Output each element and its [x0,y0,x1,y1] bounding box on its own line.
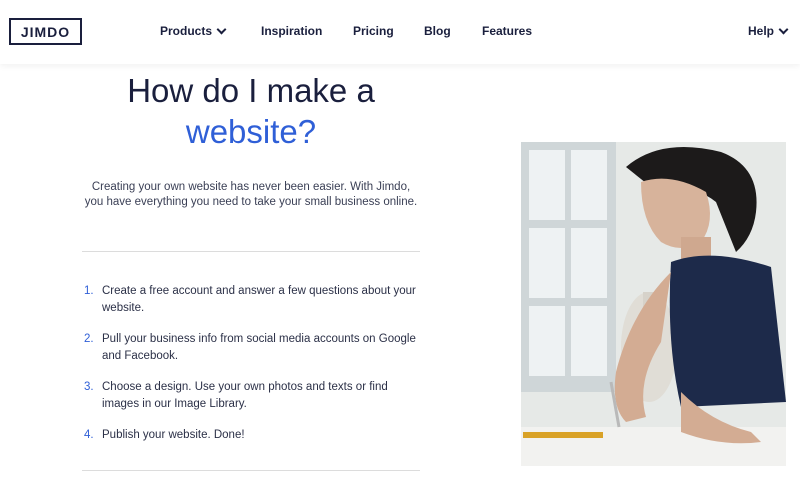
list-item: 1. Create a free account and answer a fe… [84,283,420,317]
step-number: 3. [84,381,94,393]
page-title: How do I make a website? [82,70,420,152]
top-navigation: JIMDO Products Inspiration Pricing Blog … [0,0,800,64]
step-number: 1. [84,285,94,297]
chevron-down-icon [778,24,789,34]
nav-blog-label: Blog [424,24,451,38]
nav-products-label: Products [160,24,213,38]
jimdo-logo[interactable]: JIMDO [9,18,82,45]
nav-features-label: Features [482,24,533,38]
nav-features[interactable]: Features [482,24,532,38]
nav-pricing[interactable]: Pricing [353,24,394,38]
chevron-down-icon [216,24,227,34]
intro-text: Creating your own website has never been… [84,181,418,208]
step-text: Create a free account and answer a few q… [102,285,416,314]
hero-photo [521,142,786,466]
steps-list: 1. Create a free account and answer a fe… [84,283,420,458]
nav-help[interactable]: Help [748,24,789,38]
list-item: 4. Publish your website. Done! [84,427,420,444]
nav-pricing-label: Pricing [353,24,394,38]
step-text: Choose a design. Use your own photos and… [102,381,388,410]
list-item: 3. Choose a design. Use your own photos … [84,379,420,413]
nav-inspiration-label: Inspiration [261,24,323,38]
nav-help-label: Help [748,24,775,38]
nav-blog[interactable]: Blog [424,24,451,38]
step-text: Publish your website. Done! [102,429,245,441]
list-item: 2. Pull your business info from social m… [84,331,420,365]
hero-photo-illustration [521,142,786,466]
nav-products[interactable]: Products [160,24,227,38]
nav-inspiration[interactable]: Inspiration [261,24,322,38]
divider-bottom [82,470,420,471]
step-text: Pull your business info from social medi… [102,333,416,362]
title-line-1: How do I make a [127,72,375,109]
step-number: 4. [84,429,94,441]
divider-top [82,251,420,252]
title-line-2: website? [185,113,317,150]
step-number: 2. [84,333,94,345]
